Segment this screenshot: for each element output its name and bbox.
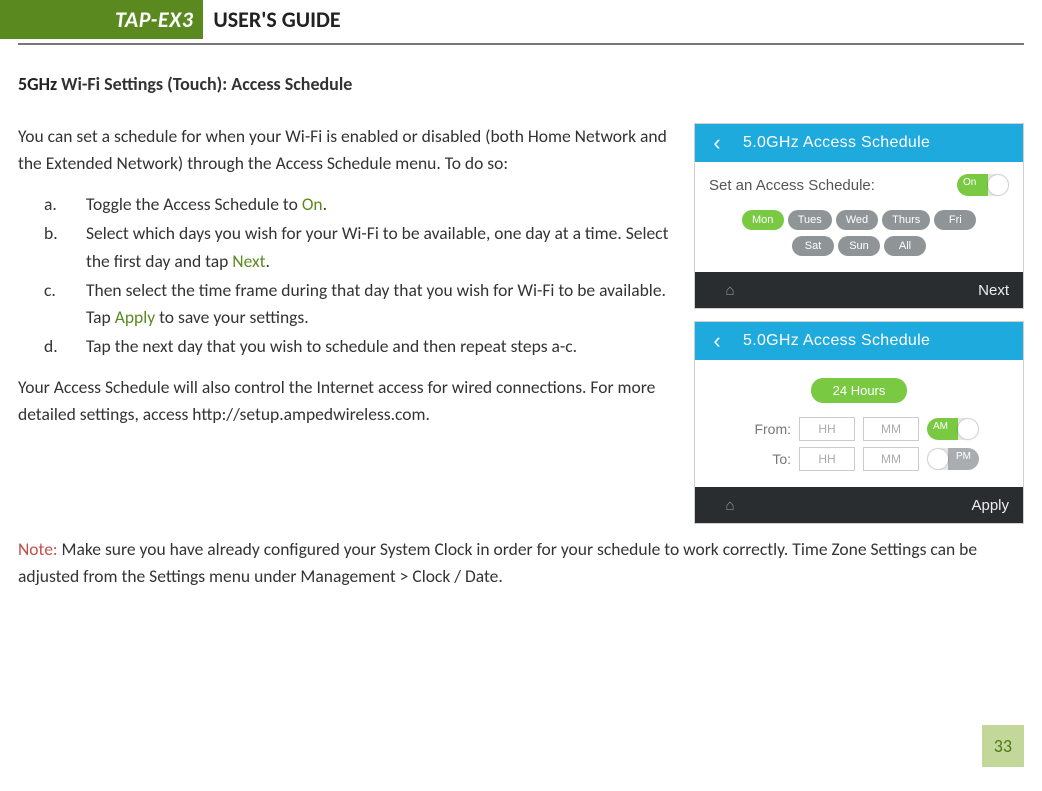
back-icon[interactable]: ‹: [695, 130, 739, 156]
step-d: d. Tap the next day that you wish to sch…: [62, 333, 1024, 360]
time-grid: From: HH MM AM To: HH MM PM: [709, 417, 1009, 471]
highlight-on: On: [302, 193, 323, 215]
note-paragraph: Note: Make sure you have already configu…: [18, 536, 1024, 590]
note-label: Note:: [18, 538, 58, 560]
product-badge: TAP-EX3: [0, 0, 203, 39]
24hours-pill[interactable]: 24 Hours: [811, 378, 908, 403]
step-a: a. Toggle the Access Schedule to On.: [62, 191, 1024, 218]
home-icon[interactable]: ⌂: [695, 497, 765, 514]
phone-title: 5.0GHz Access Schedule: [739, 134, 1023, 152]
page-number: 33: [982, 725, 1024, 767]
from-hh-input[interactable]: HH: [799, 417, 855, 441]
section-heading-rest: Wi-Fi Settings (Touch): Access Schedule: [57, 73, 352, 95]
doc-header: TAP-EX3 USER'S GUIDE: [0, 0, 1024, 39]
apply-button[interactable]: Apply: [971, 497, 1023, 514]
highlight-apply: Apply: [115, 306, 155, 328]
step-c: c. Then select the time frame during tha…: [62, 277, 1024, 331]
phone-header: ‹ 5.0GHz Access Schedule: [695, 124, 1023, 162]
section-heading-prefix: 5GHz: [18, 73, 57, 95]
from-mm-input[interactable]: MM: [863, 417, 919, 441]
to-hh-input[interactable]: HH: [799, 447, 855, 471]
doc-title: USER'S GUIDE: [203, 0, 1024, 39]
from-ampm-toggle[interactable]: AM: [927, 418, 979, 440]
step-b: b. Select which days you wish for your W…: [62, 220, 1024, 274]
section-heading: 5GHz Wi-Fi Settings (Touch): Access Sche…: [18, 73, 1024, 95]
to-ampm-toggle[interactable]: PM: [927, 448, 979, 470]
highlight-next: Next: [232, 250, 265, 272]
to-label: To:: [731, 451, 791, 467]
from-label: From:: [731, 421, 791, 437]
to-mm-input[interactable]: MM: [863, 447, 919, 471]
header-rule: [18, 43, 1024, 45]
note-text: Make sure you have already configured yo…: [18, 538, 977, 587]
